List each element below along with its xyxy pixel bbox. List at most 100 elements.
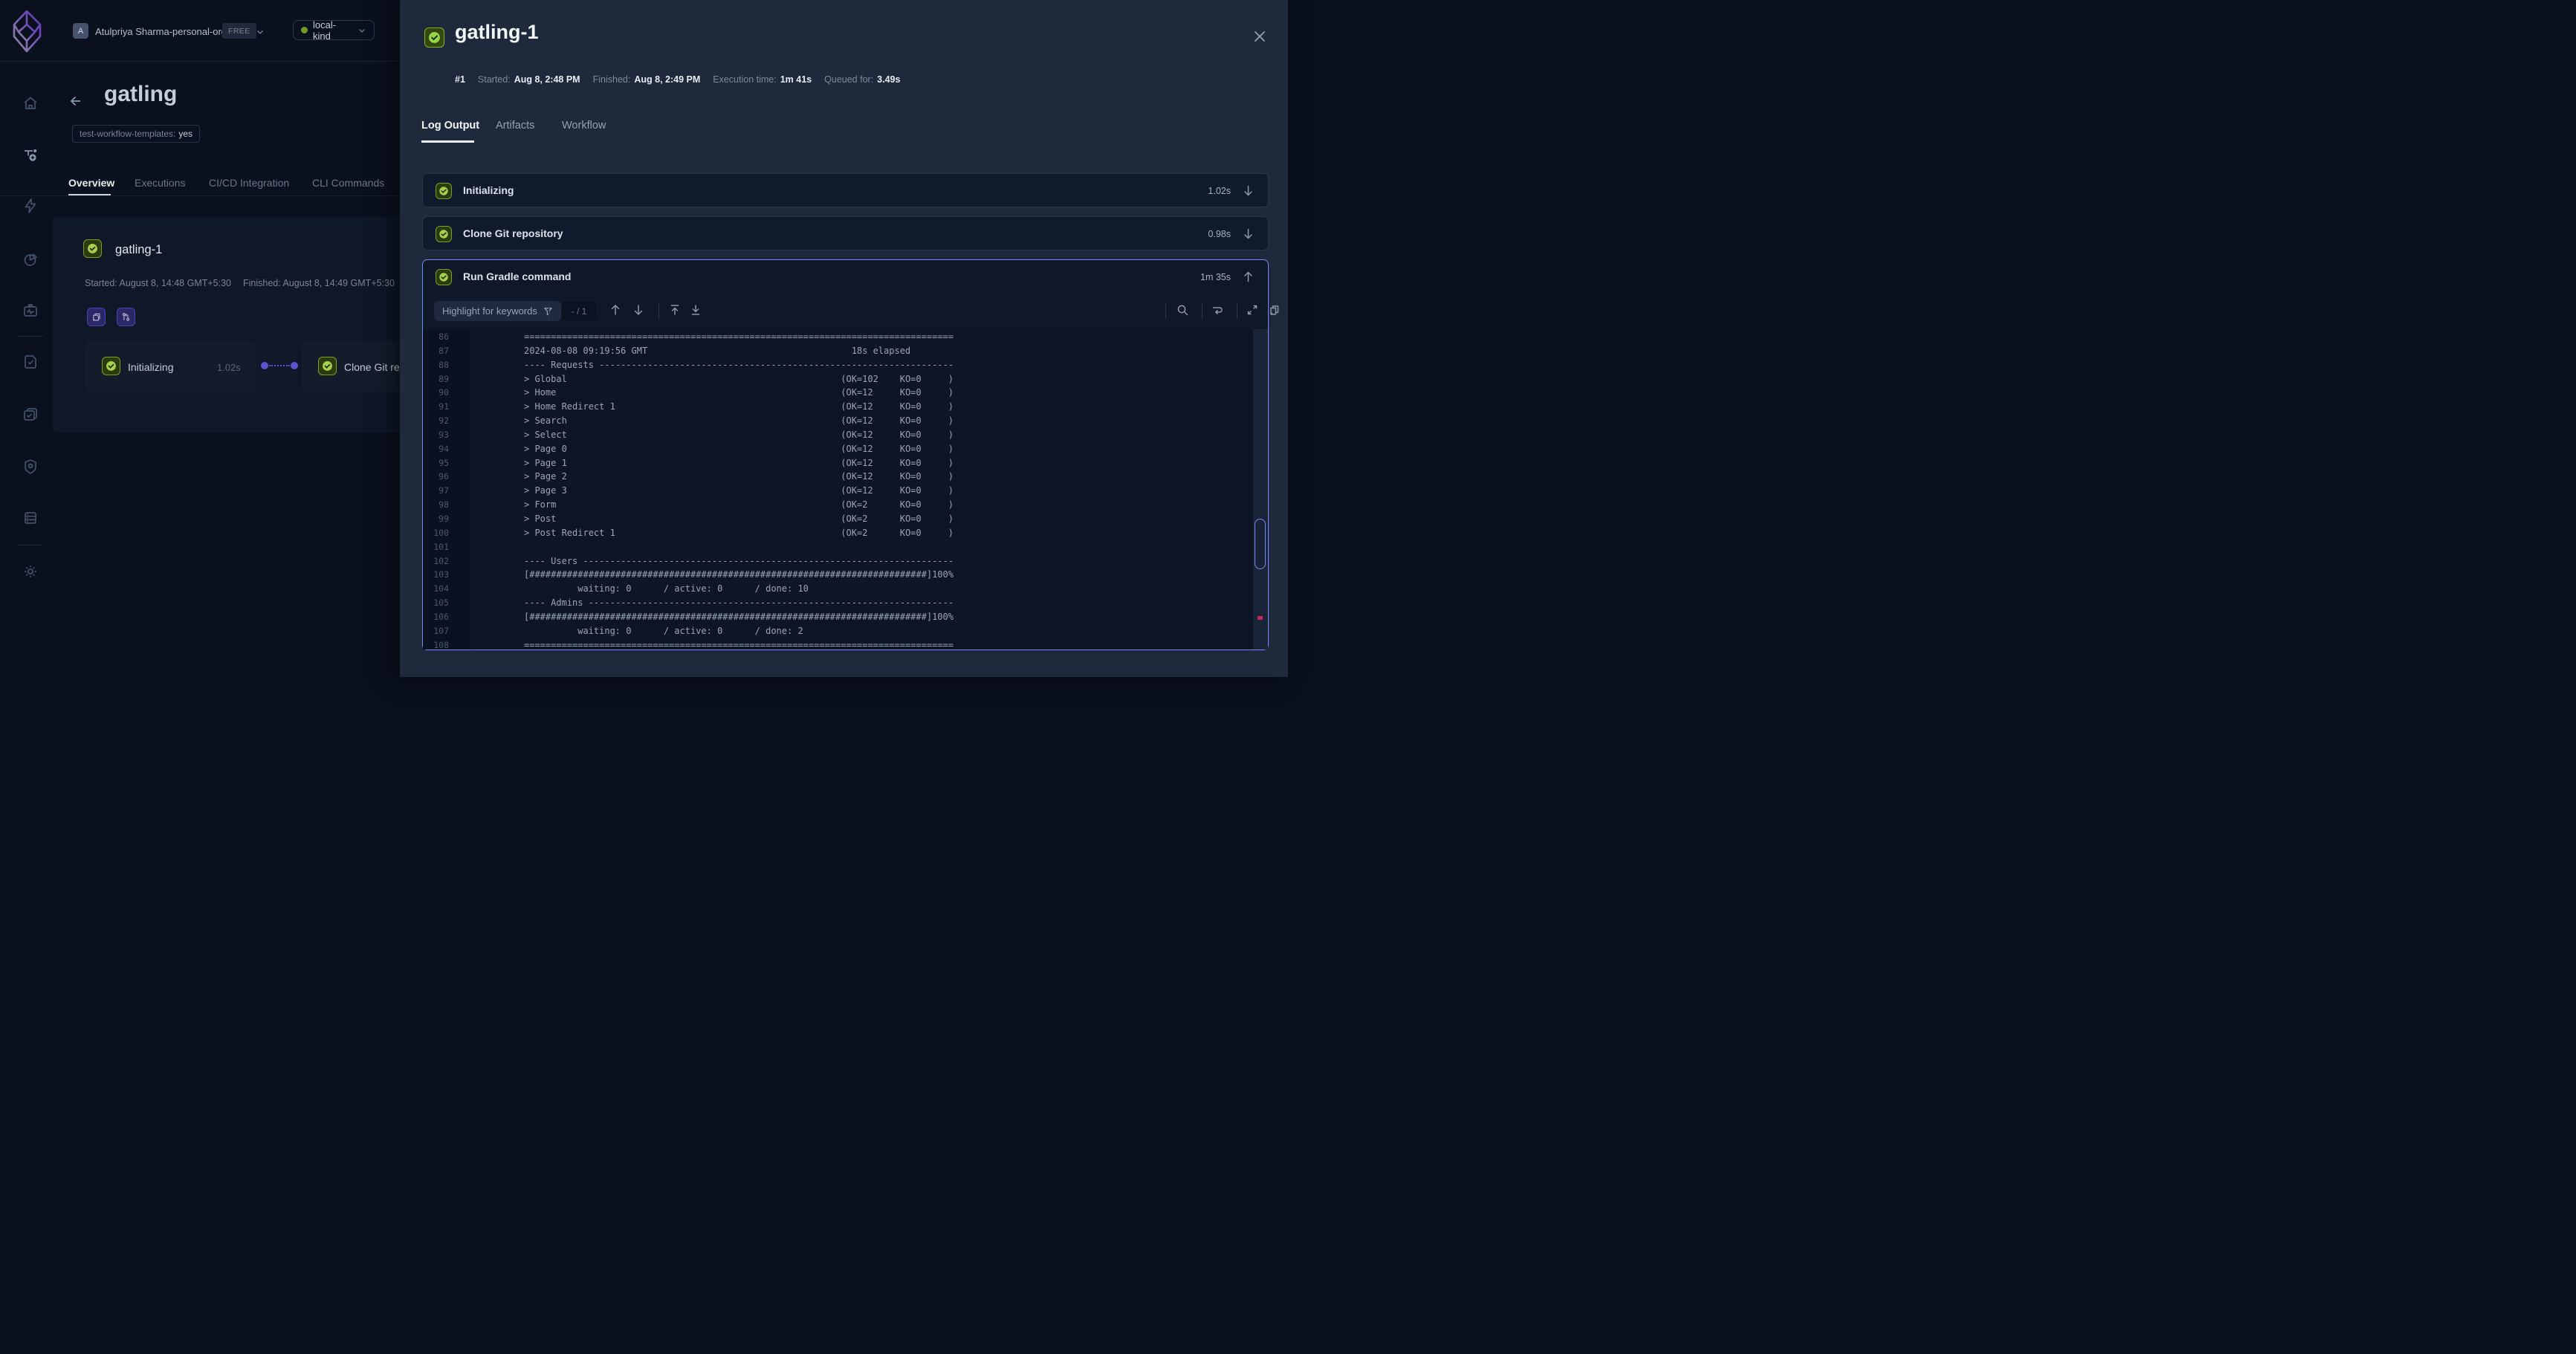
sidebar-item-test-suites[interactable] — [22, 406, 39, 424]
log-toolbar: Highlight for keywords - / 1 — [423, 296, 1268, 328]
passed-status-icon — [436, 183, 452, 199]
line-number: 107 — [423, 624, 449, 638]
sidebar-item-tests[interactable] — [22, 353, 39, 371]
log-scrollbar-track[interactable] — [1253, 329, 1268, 650]
sidebar-item-webhooks[interactable] — [22, 458, 39, 476]
scroll-to-bottom-icon[interactable] — [689, 303, 702, 317]
tab-executions[interactable]: Executions — [135, 177, 185, 189]
tab-overview[interactable]: Overview — [68, 177, 114, 189]
log-line: 98> Form(OK=2 KO=0 ) — [423, 498, 1268, 512]
meta-value: Aug 8, 2:48 PM — [514, 74, 580, 85]
compare-execution-button[interactable] — [117, 308, 135, 326]
log-text: / done: 10 — [755, 582, 809, 596]
highlight-keywords-filter[interactable]: Highlight for keywords — [434, 301, 561, 321]
step-duration: 0.98s — [1208, 229, 1231, 239]
log-text: / active: 0 — [664, 582, 722, 596]
line-number: 104 — [423, 582, 449, 596]
log-line: 99> Post(OK=2 KO=0 ) — [423, 512, 1268, 526]
line-number: 108 — [423, 638, 449, 650]
app-logo[interactable] — [10, 8, 43, 54]
line-number: 86 — [423, 330, 449, 344]
log-line: 91> Home Redirect 1(OK=12 KO=0 ) — [423, 400, 1268, 414]
scroll-to-top-icon[interactable] — [668, 303, 682, 317]
log-text: (OK=12 KO=0 ) — [841, 400, 954, 414]
next-match-icon[interactable] — [632, 303, 645, 317]
log-line: 92> Search(OK=12 KO=0 ) — [423, 414, 1268, 428]
log-line: 95> Page 1(OK=12 KO=0 ) — [423, 456, 1268, 470]
log-text: / done: 2 — [755, 624, 803, 638]
toolbar-divider — [658, 303, 659, 319]
copy-logs-icon[interactable] — [1267, 303, 1281, 317]
step-label: Clone Git repository — [463, 227, 563, 239]
tab-artifacts[interactable]: Artifacts — [496, 120, 534, 132]
search-match-counter: - / 1 — [562, 302, 596, 320]
log-line: 100> Post Redirect 1(OK=2 KO=0 ) — [423, 526, 1268, 540]
sidebar-item-settings[interactable] — [22, 563, 39, 580]
org-name[interactable]: Atulpriya Sharma-personal-org — [95, 26, 227, 37]
log-text: waiting: 0 — [577, 624, 631, 638]
step-initializing[interactable]: Initializing 1.02s — [422, 173, 1269, 207]
log-text: > Select — [524, 428, 567, 442]
toolbar-divider — [1165, 303, 1166, 319]
log-line: 107waiting: 0/ active: 0/ done: 2 — [423, 624, 1268, 638]
log-text: (OK=12 KO=0 ) — [841, 470, 954, 484]
meta-value: 1m 41s — [780, 74, 812, 85]
copy-execution-button[interactable] — [87, 308, 106, 326]
expand-arrow-icon[interactable] — [1242, 184, 1255, 197]
log-text: waiting: 0 — [577, 582, 631, 596]
step-clone-git-repository[interactable]: Clone Git repository 0.98s — [422, 216, 1269, 250]
sidebar-item-triggers[interactable] — [22, 197, 39, 215]
log-text: > Page 0 — [524, 442, 567, 456]
line-number: 87 — [423, 344, 449, 358]
log-line: 101 — [423, 540, 1268, 554]
line-number: 102 — [423, 554, 449, 569]
log-text: 18s elapsed — [852, 344, 910, 358]
sidebar-item-health[interactable] — [22, 302, 39, 320]
sidebar-item-workflows[interactable] — [22, 146, 39, 163]
tab-cli-commands[interactable]: CLI Commands — [312, 177, 384, 189]
execution-number: #1 — [455, 74, 465, 85]
expand-arrow-icon[interactable] — [1242, 227, 1255, 240]
node-duration: 1.02s — [217, 362, 241, 373]
log-text: (OK=12 KO=0 ) — [841, 484, 954, 498]
line-number: 97 — [423, 484, 449, 498]
log-line: 89> Global(OK=102 KO=0 ) — [423, 372, 1268, 386]
log-text: ---- Requests --------------------------… — [524, 358, 954, 372]
sidebar-item-dashboard[interactable] — [22, 94, 39, 112]
passed-status-icon — [436, 269, 452, 285]
workflow-node-initializing[interactable]: Initializing 1.02s — [85, 341, 256, 392]
word-wrap-icon[interactable] — [1211, 303, 1224, 317]
log-text: (OK=12 KO=0 ) — [841, 442, 954, 456]
search-icon[interactable] — [1176, 303, 1189, 317]
log-line: 86======================================… — [423, 330, 1268, 344]
sidebar-item-insights[interactable] — [22, 250, 39, 268]
sidebar-item-executors[interactable] — [22, 509, 39, 527]
previous-match-icon[interactable] — [609, 303, 622, 317]
log-text: ---- Admins ----------------------------… — [524, 596, 954, 610]
log-text: (OK=2 KO=0 ) — [841, 512, 954, 526]
log-text: > Home — [524, 386, 556, 400]
environment-selector[interactable]: local-kind — [293, 20, 375, 40]
tab-log-output[interactable]: Log Output — [421, 120, 479, 132]
tab-cicd-integration[interactable]: CI/CD Integration — [209, 177, 289, 189]
close-icon[interactable] — [1252, 28, 1268, 45]
chevron-down-icon[interactable] — [256, 27, 265, 36]
log-output-viewport[interactable]: 86======================================… — [423, 329, 1268, 650]
log-line: 104 waiting: 0 / active: 0 / done: 10 — [423, 582, 1268, 596]
passed-status-icon — [436, 226, 452, 242]
execution-name[interactable]: gatling-1 — [115, 243, 162, 257]
meta-label: Finished: — [593, 74, 631, 85]
back-button[interactable] — [68, 94, 83, 108]
tag-value: yes — [178, 129, 192, 139]
page-title: gatling — [104, 82, 177, 107]
log-text: ---- Users -----------------------------… — [524, 554, 954, 569]
log-minimap-marker — [1258, 616, 1263, 620]
line-number: 96 — [423, 470, 449, 484]
log-scrollbar-thumb[interactable] — [1255, 519, 1266, 569]
plan-badge: FREE — [222, 23, 256, 39]
fullscreen-icon[interactable] — [1246, 303, 1259, 317]
log-text: (OK=12 KO=0 ) — [841, 456, 954, 470]
meta-label: Started: — [478, 74, 511, 85]
collapse-arrow-icon[interactable] — [1242, 271, 1255, 283]
tab-workflow[interactable]: Workflow — [562, 120, 606, 132]
